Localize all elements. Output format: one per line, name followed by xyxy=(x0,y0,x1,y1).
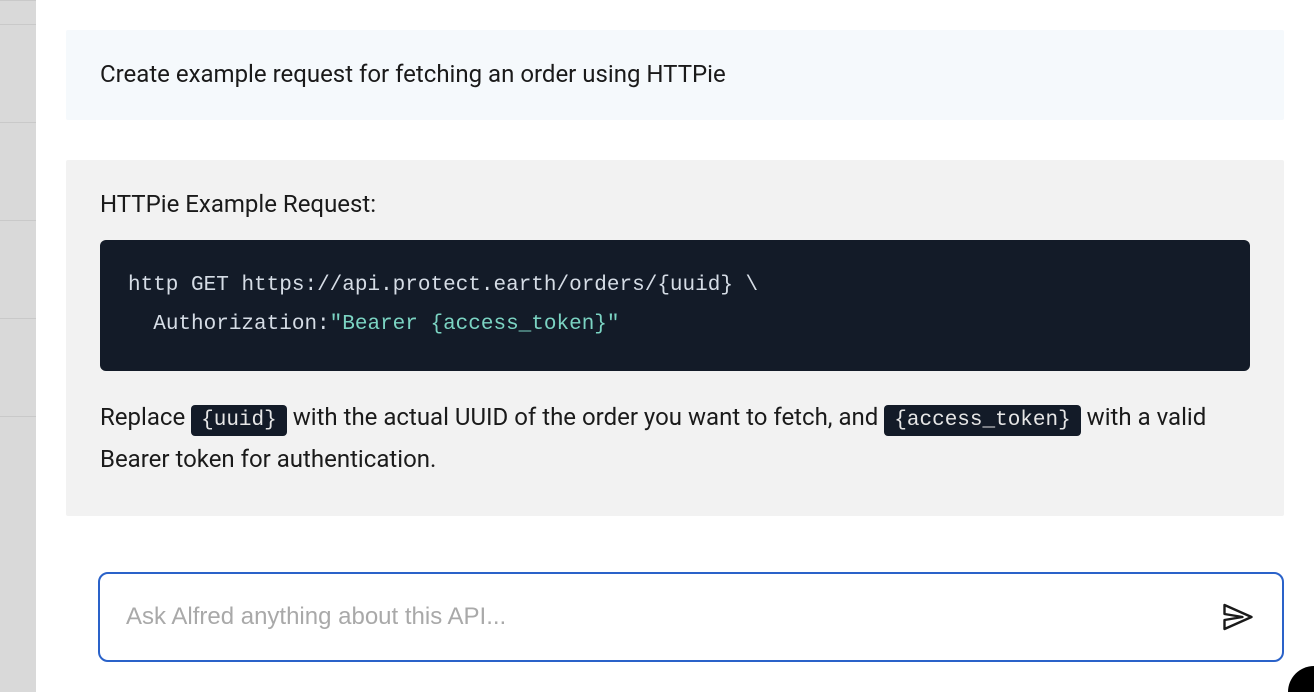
code-token-cont: \ xyxy=(746,274,759,297)
response-heading: HTTPie Example Request: xyxy=(100,190,1250,218)
explanation-mid: with the actual UUID of the order you wa… xyxy=(287,403,885,431)
assistant-response: HTTPie Example Request: http GET https:/… xyxy=(66,160,1284,516)
chat-input-row xyxy=(98,572,1284,662)
explanation-pre: Replace xyxy=(100,403,191,431)
inline-code-uuid: {uuid} xyxy=(191,405,287,436)
user-message-text: Create example request for fetching an o… xyxy=(100,58,1250,92)
sidebar-strip xyxy=(0,0,36,692)
code-token-method: GET xyxy=(191,274,229,297)
code-token-header: Authorization: xyxy=(153,313,329,336)
chat-input[interactable] xyxy=(126,603,1214,631)
code-token-url: https://api.protect.earth/orders/{uuid} xyxy=(241,274,732,297)
code-block[interactable]: http GET https://api.protect.earth/order… xyxy=(100,240,1250,372)
user-message: Create example request for fetching an o… xyxy=(66,30,1284,120)
code-token-cmd: http xyxy=(128,274,178,297)
inline-code-token: {access_token} xyxy=(884,405,1080,436)
main-panel: Create example request for fetching an o… xyxy=(36,0,1314,692)
code-token-string: "Bearer {access_token}" xyxy=(330,313,620,336)
send-icon xyxy=(1220,599,1256,635)
send-button[interactable] xyxy=(1214,593,1262,641)
explanation-text: Replace {uuid} with the actual UUID of t… xyxy=(100,397,1250,479)
